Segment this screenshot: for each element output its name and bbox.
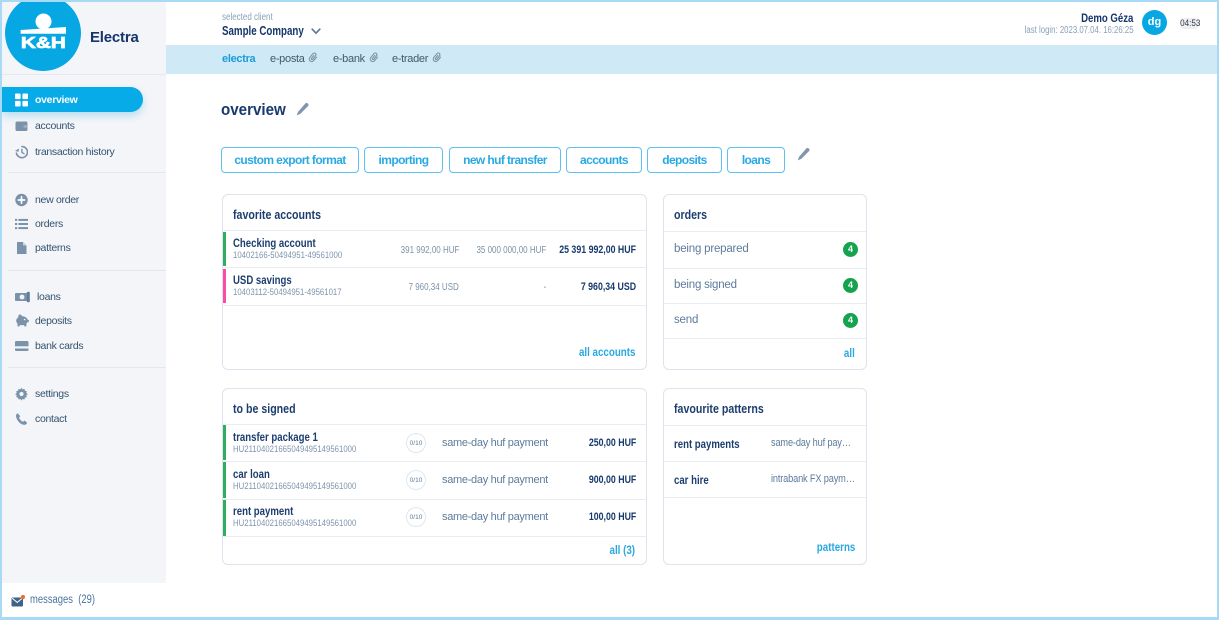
svg-text:K&H: K&H xyxy=(21,35,66,52)
